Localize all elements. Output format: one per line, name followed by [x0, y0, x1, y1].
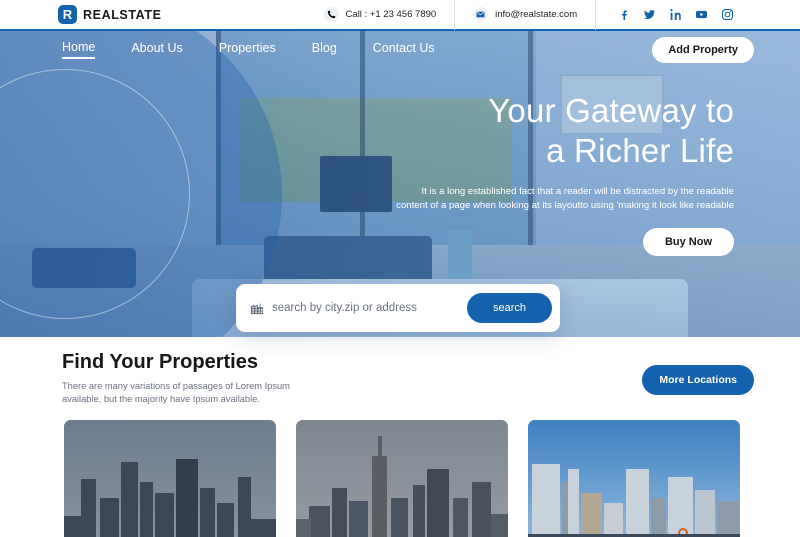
nav-item-home[interactable]: Home [62, 40, 96, 59]
hero-content: Your Gateway to a Richer Life It is a lo… [304, 91, 734, 256]
envelope-icon [473, 7, 489, 22]
phone-icon [323, 7, 339, 22]
hero-title-line2: a Richer Life [546, 132, 734, 169]
property-card[interactable] [64, 420, 276, 537]
buy-now-button[interactable]: Buy Now [642, 228, 734, 256]
nav-item-about-us[interactable]: About Us [131, 41, 182, 58]
twitter-icon[interactable] [644, 9, 656, 20]
hero-title-line1: Your Gateway to [488, 92, 734, 129]
property-search-bar: search [236, 284, 560, 332]
logo-text: REALSTATE [83, 7, 162, 22]
hero-paragraph-line1: It is a long established fact that a rea… [421, 186, 734, 197]
youtube-icon[interactable] [696, 9, 708, 20]
find-properties-section: Find Your Properties There are many vari… [0, 337, 800, 537]
nav-links: Home About Us Properties Blog Contact Us [62, 40, 435, 59]
search-button[interactable]: search [466, 293, 552, 323]
nav-item-properties[interactable]: Properties [219, 41, 276, 58]
section-header: Find Your Properties There are many vari… [62, 351, 754, 406]
property-card[interactable] [528, 420, 740, 537]
property-card-list [64, 420, 740, 537]
building-icon [250, 301, 264, 315]
contact-phone[interactable]: Call : +1 23 456 7890 [306, 0, 455, 30]
phone-label: Call : +1 23 456 7890 [345, 9, 437, 20]
more-locations-button[interactable]: More Locations [642, 365, 754, 395]
add-property-button[interactable]: Add Property [652, 37, 754, 63]
search-input[interactable] [272, 302, 467, 314]
contact-group: Call : +1 23 456 7890 info@realstate.com [306, 0, 597, 30]
email-label: info@realstate.com [495, 9, 578, 20]
main-navigation: Home About Us Properties Blog Contact Us… [0, 31, 800, 67]
social-links [618, 9, 734, 20]
top-bar: R REALSTATE Call : +1 23 456 7890 info@r… [0, 0, 800, 31]
facebook-icon[interactable] [618, 9, 629, 20]
nav-item-contact-us[interactable]: Contact Us [373, 41, 435, 58]
logo[interactable]: R REALSTATE [58, 5, 162, 24]
nav-item-blog[interactable]: Blog [312, 41, 337, 58]
instagram-icon[interactable] [722, 9, 734, 20]
contact-email[interactable]: info@realstate.com [454, 0, 595, 30]
logo-mark-icon: R [58, 5, 77, 24]
page-root: R REALSTATE Call : +1 23 456 7890 info@r… [0, 0, 800, 537]
section-subtitle-line2: available, but the majority have Ipsum a… [62, 394, 260, 404]
property-card[interactable] [296, 420, 508, 537]
linkedin-icon[interactable] [670, 9, 682, 20]
hero-paragraph: It is a long established fact that a rea… [304, 185, 734, 213]
hero-title: Your Gateway to a Richer Life [304, 91, 734, 171]
hero-paragraph-line2: content of a page when looking at its la… [396, 200, 734, 211]
